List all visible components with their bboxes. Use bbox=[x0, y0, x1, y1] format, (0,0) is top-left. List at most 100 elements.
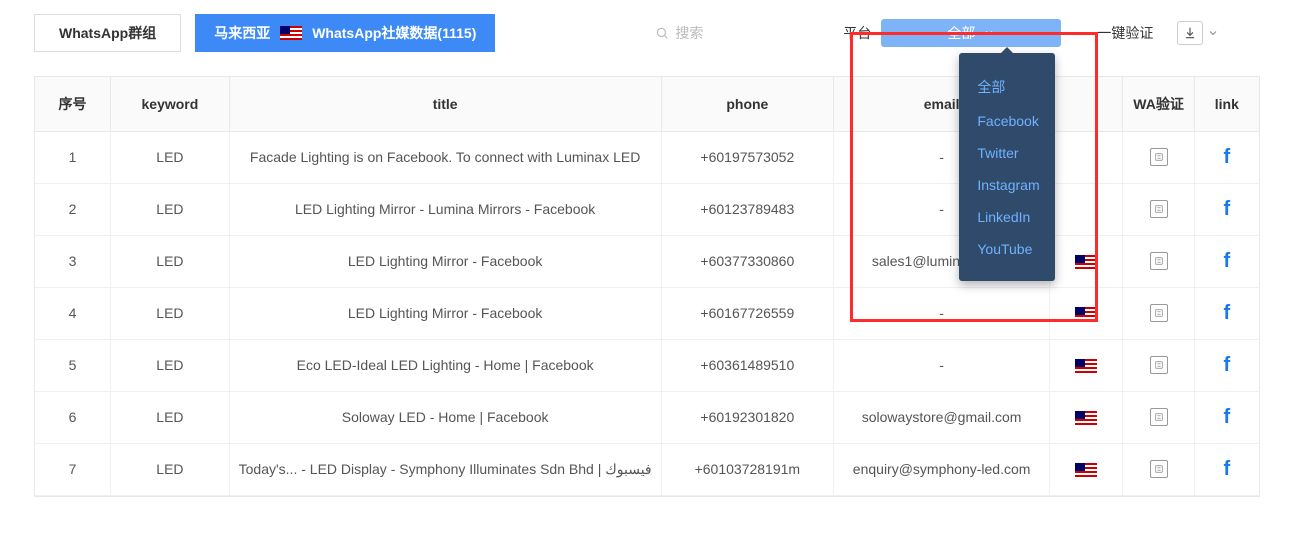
malaysia-flag-icon bbox=[280, 26, 302, 40]
cell-phone: +60192301820 bbox=[661, 391, 834, 443]
cell-seq: 1 bbox=[35, 131, 111, 183]
wa-verify-icon[interactable] bbox=[1150, 200, 1168, 218]
wa-verify-icon[interactable] bbox=[1150, 148, 1168, 166]
search-icon bbox=[655, 26, 669, 40]
wa-verify-icon[interactable] bbox=[1150, 460, 1168, 478]
cell-title: Eco LED-Ideal LED Lighting - Home | Face… bbox=[229, 339, 661, 391]
col-phone: phone bbox=[661, 77, 834, 131]
wa-verify-icon[interactable] bbox=[1150, 252, 1168, 270]
facebook-link-icon[interactable]: f bbox=[1224, 406, 1231, 428]
col-wa: WA验证 bbox=[1123, 77, 1194, 131]
cell-keyword: LED bbox=[111, 339, 230, 391]
cell-seq: 2 bbox=[35, 183, 111, 235]
platform-option[interactable]: LinkedIn bbox=[977, 201, 1037, 233]
cell-flag bbox=[1050, 131, 1123, 183]
col-keyword: keyword bbox=[111, 77, 230, 131]
table-header-row: 序号 keyword title phone email WA验证 link bbox=[35, 77, 1259, 131]
cell-flag bbox=[1050, 391, 1123, 443]
cell-title: LED Lighting Mirror - Facebook bbox=[229, 235, 661, 287]
cell-wa bbox=[1123, 131, 1194, 183]
cell-keyword: LED bbox=[111, 131, 230, 183]
facebook-link-icon[interactable]: f bbox=[1224, 458, 1231, 480]
cell-flag bbox=[1050, 183, 1123, 235]
cell-wa bbox=[1123, 339, 1194, 391]
active-tab-prefix: 马来西亚 bbox=[214, 23, 270, 43]
cell-phone: +60377330860 bbox=[661, 235, 834, 287]
cell-link[interactable]: f bbox=[1194, 339, 1259, 391]
cell-title: LED Lighting Mirror - Lumina Mirrors - F… bbox=[229, 183, 661, 235]
cell-title: Soloway LED - Home | Facebook bbox=[229, 391, 661, 443]
malaysia-flag-icon bbox=[1075, 359, 1097, 373]
col-link: link bbox=[1194, 77, 1259, 131]
col-seq: 序号 bbox=[35, 77, 111, 131]
cell-phone: +60123789483 bbox=[661, 183, 834, 235]
whatsapp-group-tab[interactable]: WhatsApp群组 bbox=[34, 14, 181, 52]
platform-label: 平台 bbox=[843, 23, 871, 43]
chevron-down-icon[interactable] bbox=[1207, 27, 1219, 39]
search-placeholder: 搜索 bbox=[675, 23, 703, 43]
one-click-verify-button[interactable]: 一键验证 bbox=[1097, 23, 1153, 43]
cell-email: - bbox=[834, 339, 1050, 391]
col-flag bbox=[1050, 77, 1123, 131]
platform-option[interactable]: Facebook bbox=[977, 105, 1037, 137]
cell-title: Today's... - LED Display - Symphony Illu… bbox=[229, 443, 661, 495]
cell-phone: +60361489510 bbox=[661, 339, 834, 391]
platform-option[interactable]: 全部 bbox=[977, 69, 1037, 105]
download-icon bbox=[1183, 26, 1197, 40]
cell-email: - bbox=[834, 287, 1050, 339]
col-title: title bbox=[229, 77, 661, 131]
cell-link[interactable]: f bbox=[1194, 391, 1259, 443]
chevron-down-icon bbox=[983, 27, 995, 39]
cell-wa bbox=[1123, 443, 1194, 495]
cell-wa bbox=[1123, 287, 1194, 339]
cell-phone: +60103728191m bbox=[661, 443, 834, 495]
cell-link[interactable]: f bbox=[1194, 443, 1259, 495]
wa-verify-icon[interactable] bbox=[1150, 356, 1168, 374]
facebook-link-icon[interactable]: f bbox=[1224, 302, 1231, 324]
active-dataset-tab[interactable]: 马来西亚 WhatsApp社媒数据(1115) bbox=[195, 14, 495, 52]
platform-option[interactable]: YouTube bbox=[977, 233, 1037, 265]
cell-flag bbox=[1050, 287, 1123, 339]
facebook-link-icon[interactable]: f bbox=[1224, 198, 1231, 220]
cell-link[interactable]: f bbox=[1194, 235, 1259, 287]
cell-keyword: LED bbox=[111, 391, 230, 443]
table-row: 7LEDToday's... - LED Display - Symphony … bbox=[35, 443, 1259, 495]
facebook-link-icon[interactable]: f bbox=[1224, 354, 1231, 376]
platform-dropdown: 全部FacebookTwitterInstagramLinkedInYouTub… bbox=[959, 53, 1055, 281]
download-button[interactable] bbox=[1177, 21, 1203, 45]
cell-link[interactable]: f bbox=[1194, 131, 1259, 183]
cell-seq: 7 bbox=[35, 443, 111, 495]
platform-option[interactable]: Twitter bbox=[977, 137, 1037, 169]
malaysia-flag-icon bbox=[1075, 463, 1097, 477]
table-row: 4LEDLED Lighting Mirror - Facebook+60167… bbox=[35, 287, 1259, 339]
cell-keyword: LED bbox=[111, 287, 230, 339]
cell-wa bbox=[1123, 183, 1194, 235]
cell-flag bbox=[1050, 339, 1123, 391]
cell-keyword: LED bbox=[111, 183, 230, 235]
table-row: 1LEDFacade Lighting is on Facebook. To c… bbox=[35, 131, 1259, 183]
cell-seq: 6 bbox=[35, 391, 111, 443]
platform-option[interactable]: Instagram bbox=[977, 169, 1037, 201]
malaysia-flag-icon bbox=[1075, 411, 1097, 425]
cell-link[interactable]: f bbox=[1194, 183, 1259, 235]
wa-verify-icon[interactable] bbox=[1150, 304, 1168, 322]
facebook-link-icon[interactable]: f bbox=[1224, 146, 1231, 168]
platform-selected-text: 全部 bbox=[947, 23, 975, 43]
cell-wa bbox=[1123, 391, 1194, 443]
cell-flag bbox=[1050, 443, 1123, 495]
active-tab-suffix: WhatsApp社媒数据(1115) bbox=[312, 23, 476, 43]
table-row: 3LEDLED Lighting Mirror - Facebook+60377… bbox=[35, 235, 1259, 287]
wa-verify-icon[interactable] bbox=[1150, 408, 1168, 426]
table-row: 2LEDLED Lighting Mirror - Lumina Mirrors… bbox=[35, 183, 1259, 235]
platform-select[interactable]: 全部 bbox=[881, 19, 1061, 47]
cell-phone: +60197573052 bbox=[661, 131, 834, 183]
search-input[interactable]: 搜索 bbox=[655, 23, 703, 43]
cell-email: solowaystore@gmail.com bbox=[834, 391, 1050, 443]
cell-keyword: LED bbox=[111, 443, 230, 495]
cell-keyword: LED bbox=[111, 235, 230, 287]
table-row: 6LEDSoloway LED - Home | Facebook+601923… bbox=[35, 391, 1259, 443]
facebook-link-icon[interactable]: f bbox=[1224, 250, 1231, 272]
cell-seq: 4 bbox=[35, 287, 111, 339]
cell-link[interactable]: f bbox=[1194, 287, 1259, 339]
table-row: 5LEDEco LED-Ideal LED Lighting - Home | … bbox=[35, 339, 1259, 391]
